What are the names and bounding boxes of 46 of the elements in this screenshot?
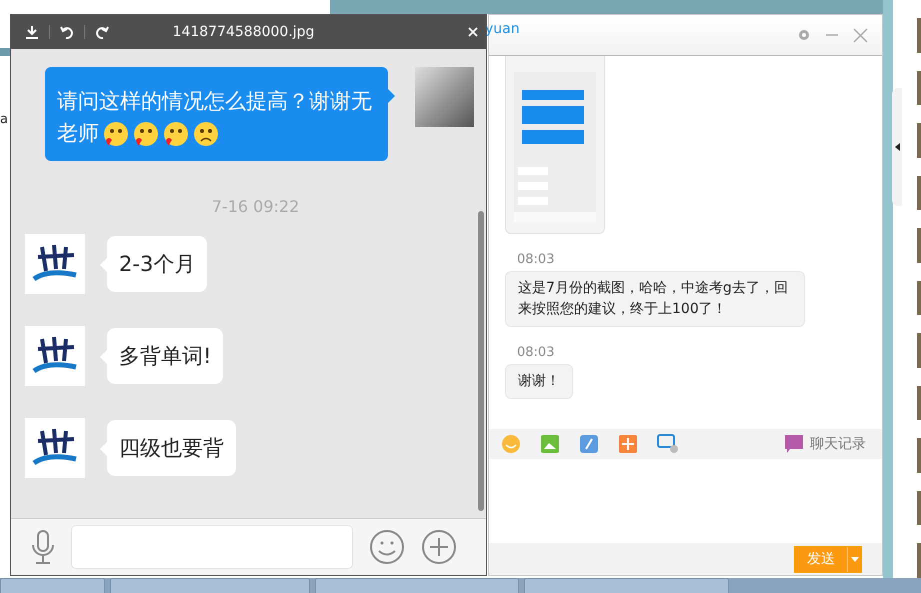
photo-placeholder[interactable]	[917, 386, 921, 420]
message-block-icon[interactable]	[657, 434, 679, 454]
crying-face-icon	[193, 121, 219, 148]
rotate-right-icon[interactable]	[95, 25, 109, 39]
rotate-left-icon[interactable]	[60, 25, 74, 39]
message-bubble: 请问这样的情况怎么提高？谢谢无老师	[45, 67, 388, 161]
message-time: 7-16 09:22	[210, 197, 300, 216]
background-window-strip	[0, 48, 10, 56]
message-time: 08:03	[517, 345, 556, 360]
file-name: 1418774588000.jpg	[172, 24, 316, 40]
caret-icon	[850, 556, 858, 562]
paperclip-icon[interactable]	[579, 434, 599, 454]
photo-placeholder	[415, 67, 474, 127]
message-input-field[interactable]	[71, 525, 353, 569]
taskbar-button[interactable]	[524, 578, 729, 593]
emoji-icon[interactable]	[369, 529, 405, 565]
taskbar-button[interactable]	[0, 578, 105, 593]
scrollbar[interactable]	[478, 211, 484, 511]
taskbar-button[interactable]	[315, 578, 519, 593]
image-icon[interactable]	[540, 434, 560, 454]
message-bubble: 多背单词!	[107, 328, 224, 384]
history-icon	[784, 434, 804, 454]
microphone-icon[interactable]	[31, 530, 55, 564]
settings-icon[interactable]	[797, 28, 811, 42]
chat-history-button[interactable]: 聊天记录	[778, 433, 872, 455]
scissors-icon[interactable]	[618, 434, 638, 454]
photo-placeholder[interactable]	[917, 490, 921, 526]
send-options-dropdown[interactable]	[847, 546, 861, 572]
message-bubble: 2-3个月	[107, 236, 208, 292]
photo-placeholder[interactable]	[917, 176, 921, 210]
collapse-tab[interactable]	[892, 88, 902, 206]
message-bubble: 这是7月份的截图，哈哈，中途考g去了，回来按照您的建议，终于上100了！	[505, 271, 805, 327]
photo-placeholder[interactable]	[917, 280, 921, 316]
taskbar-button[interactable]	[110, 578, 310, 593]
phone-chat-screenshot-drawing[interactable]	[514, 72, 596, 222]
plus-icon[interactable]	[421, 529, 457, 565]
message-time: 08:03	[517, 252, 556, 267]
photo-placeholder[interactable]	[917, 70, 921, 106]
bubble-tail	[388, 89, 395, 103]
smiley-icon[interactable]	[501, 434, 521, 454]
download-icon[interactable]	[25, 25, 39, 39]
message-bubble: 谢谢！	[505, 364, 573, 399]
window-title: yuan	[485, 21, 521, 37]
message-bubble: 四级也要背	[107, 420, 236, 476]
cut-off-text: a	[0, 112, 8, 127]
caret-icon	[894, 143, 900, 151]
